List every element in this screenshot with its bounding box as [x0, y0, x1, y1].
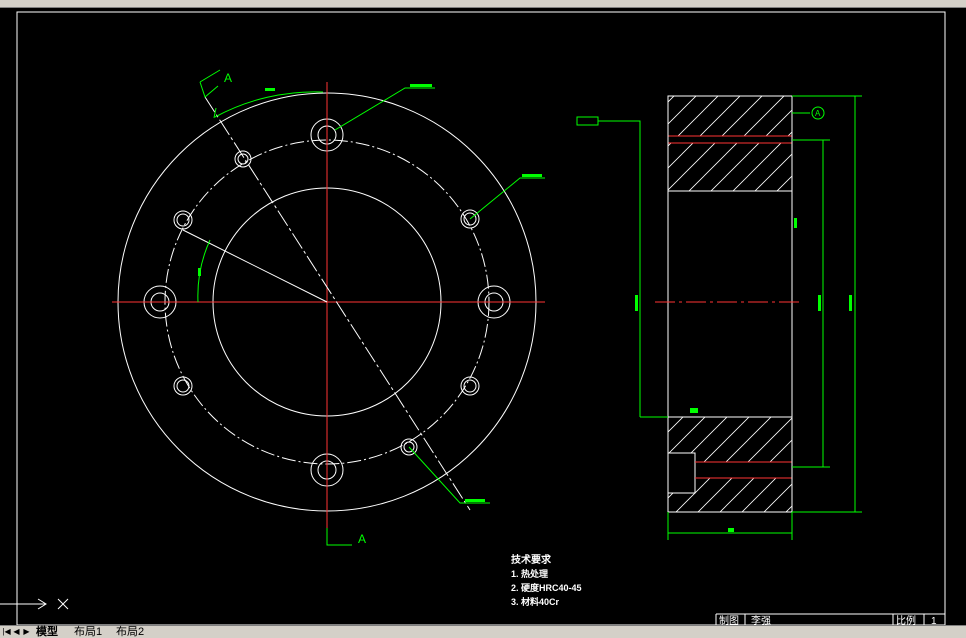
section-marker-top: [199, 69, 221, 98]
tab-layout1[interactable]: 布局1: [74, 626, 102, 638]
section-marker-bottom: [326, 528, 352, 546]
section-label-top: A: [224, 71, 232, 85]
drawn-label: 制图: [719, 614, 739, 625]
scale-label: 比例: [896, 614, 916, 625]
tech-item: 2. 硬度HRC40-45: [511, 582, 582, 593]
leader-lines: [334, 87, 545, 504]
tab-layout2[interactable]: 布局2: [116, 626, 144, 638]
tech-item: 1. 热处理: [511, 568, 548, 579]
tech-requirements: 技术要求 1. 热处理 2. 硬度HRC40-45 3. 材料40Cr: [511, 553, 582, 607]
section-view: A: [576, 95, 862, 540]
layout-tab-bar: |◀ ◀ ▶ 模型 布局1 布局2: [0, 625, 966, 638]
tab-model[interactable]: 模型: [36, 626, 58, 638]
tab-nav-next-icon[interactable]: ▶: [22, 626, 31, 638]
tech-item: 3. 材料40Cr: [511, 596, 560, 607]
ucs-icon: [0, 598, 69, 610]
drawn-value: 李强: [751, 614, 771, 625]
front-view: A A: [112, 69, 545, 546]
scale-value: 1: [931, 616, 937, 625]
drawing-canvas[interactable]: A A A 技术要求 1. 热处理 2. 硬度HRC40-45 3. 材料40C…: [0, 7, 966, 625]
drawing-border: [16, 11, 946, 625]
angle-dimensions: [197, 91, 324, 303]
datum-label: A: [815, 109, 821, 118]
section-label-bottom: A: [358, 532, 366, 546]
tab-nav-first-icon[interactable]: |◀: [2, 626, 11, 638]
tech-title: 技术要求: [511, 553, 552, 566]
tab-nav-prev-icon[interactable]: ◀: [12, 626, 21, 638]
